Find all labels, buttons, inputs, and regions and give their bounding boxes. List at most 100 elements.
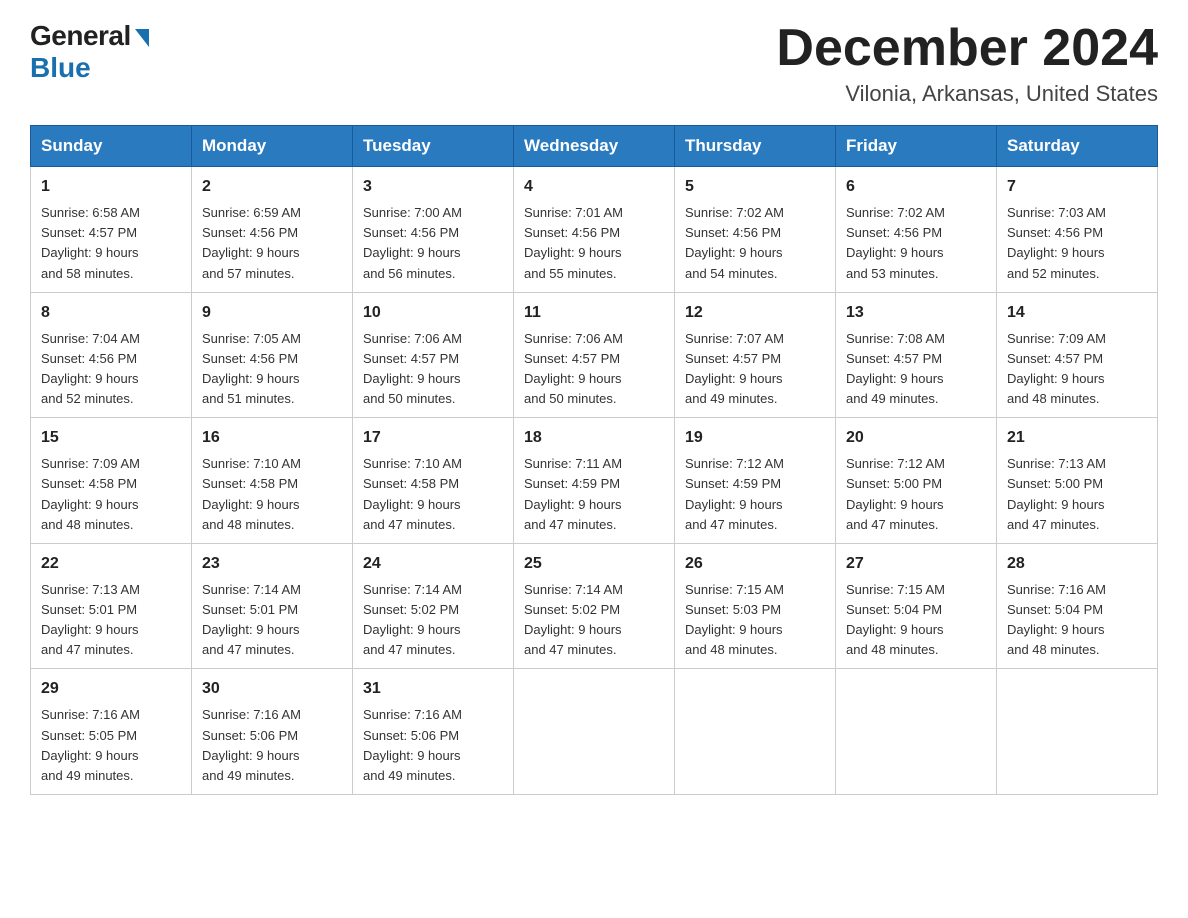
day-number: 30 bbox=[202, 677, 342, 701]
calendar-cell: 20 Sunrise: 7:12 AMSunset: 5:00 PMDayligh… bbox=[836, 418, 997, 544]
calendar-day-header: Monday bbox=[192, 126, 353, 167]
day-number: 1 bbox=[41, 175, 181, 199]
day-number: 16 bbox=[202, 426, 342, 450]
day-info: Sunrise: 7:15 AMSunset: 5:04 PMDaylight:… bbox=[846, 580, 986, 661]
calendar-cell: 8 Sunrise: 7:04 AMSunset: 4:56 PMDaylight… bbox=[31, 292, 192, 418]
day-info: Sunrise: 7:01 AMSunset: 4:56 PMDaylight:… bbox=[524, 203, 664, 284]
logo: General Blue bbox=[30, 20, 149, 84]
calendar-cell: 22Sunrise: 7:13 AMSunset: 5:01 PMDayligh… bbox=[31, 543, 192, 669]
day-number: 19 bbox=[685, 426, 825, 450]
day-info: Sunrise: 7:16 AMSunset: 5:05 PMDaylight:… bbox=[41, 705, 181, 786]
day-number: 7 bbox=[1007, 175, 1147, 199]
calendar-cell: 19 Sunrise: 7:12 AMSunset: 4:59 PMDayligh… bbox=[675, 418, 836, 544]
day-number: 5 bbox=[685, 175, 825, 199]
day-number: 15 bbox=[41, 426, 181, 450]
day-info: Sunrise: 7:06 AMSunset: 4:57 PMDaylight:… bbox=[524, 329, 664, 410]
day-info: Sunrise: 6:59 AMSunset: 4:56 PMDaylight:… bbox=[202, 203, 342, 284]
day-info: Sunrise: 7:14 AMSunset: 5:02 PMDaylight:… bbox=[363, 580, 503, 661]
day-info: Sunrise: 7:12 AMSunset: 5:00 PMDaylight:… bbox=[846, 454, 986, 535]
day-number: 17 bbox=[363, 426, 503, 450]
day-number: 2 bbox=[202, 175, 342, 199]
calendar-day-header: Saturday bbox=[997, 126, 1158, 167]
day-number: 9 bbox=[202, 301, 342, 325]
day-number: 24 bbox=[363, 552, 503, 576]
calendar-cell bbox=[514, 669, 675, 795]
day-info: Sunrise: 7:13 AMSunset: 5:00 PMDaylight:… bbox=[1007, 454, 1147, 535]
day-info: Sunrise: 7:02 AMSunset: 4:56 PMDaylight:… bbox=[685, 203, 825, 284]
calendar-cell bbox=[997, 669, 1158, 795]
calendar-week-row: 8 Sunrise: 7:04 AMSunset: 4:56 PMDaylight… bbox=[31, 292, 1158, 418]
calendar-cell: 27 Sunrise: 7:15 AMSunset: 5:04 PMDayligh… bbox=[836, 543, 997, 669]
day-info: Sunrise: 7:09 AMSunset: 4:57 PMDaylight:… bbox=[1007, 329, 1147, 410]
day-info: Sunrise: 6:58 AMSunset: 4:57 PMDaylight:… bbox=[41, 203, 181, 284]
calendar-cell: 13 Sunrise: 7:08 AMSunset: 4:57 PMDayligh… bbox=[836, 292, 997, 418]
title-block: December 2024 Vilonia, Arkansas, United … bbox=[776, 20, 1158, 107]
day-number: 6 bbox=[846, 175, 986, 199]
day-number: 25 bbox=[524, 552, 664, 576]
calendar-cell: 30 Sunrise: 7:16 AMSunset: 5:06 PMDayligh… bbox=[192, 669, 353, 795]
day-number: 13 bbox=[846, 301, 986, 325]
calendar-week-row: 15 Sunrise: 7:09 AMSunset: 4:58 PMDayligh… bbox=[31, 418, 1158, 544]
calendar-cell: 25Sunrise: 7:14 AMSunset: 5:02 PMDayligh… bbox=[514, 543, 675, 669]
calendar-day-header: Sunday bbox=[31, 126, 192, 167]
day-number: 11 bbox=[524, 301, 664, 325]
day-number: 21 bbox=[1007, 426, 1147, 450]
calendar-cell: 18 Sunrise: 7:11 AMSunset: 4:59 PMDayligh… bbox=[514, 418, 675, 544]
day-info: Sunrise: 7:13 AMSunset: 5:01 PMDaylight:… bbox=[41, 580, 181, 661]
day-number: 28 bbox=[1007, 552, 1147, 576]
day-number: 12 bbox=[685, 301, 825, 325]
calendar-day-header: Tuesday bbox=[353, 126, 514, 167]
day-number: 18 bbox=[524, 426, 664, 450]
day-number: 23 bbox=[202, 552, 342, 576]
calendar-cell: 26 Sunrise: 7:15 AMSunset: 5:03 PMDayligh… bbox=[675, 543, 836, 669]
calendar-cell: 5 Sunrise: 7:02 AMSunset: 4:56 PMDaylight… bbox=[675, 167, 836, 293]
calendar-header-row: SundayMondayTuesdayWednesdayThursdayFrid… bbox=[31, 126, 1158, 167]
calendar-cell: 29 Sunrise: 7:16 AMSunset: 5:05 PMDayligh… bbox=[31, 669, 192, 795]
calendar-cell: 7 Sunrise: 7:03 AMSunset: 4:56 PMDaylight… bbox=[997, 167, 1158, 293]
calendar-cell: 31 Sunrise: 7:16 AMSunset: 5:06 PMDayligh… bbox=[353, 669, 514, 795]
calendar-cell: 9 Sunrise: 7:05 AMSunset: 4:56 PMDaylight… bbox=[192, 292, 353, 418]
calendar-cell: 6Sunrise: 7:02 AMSunset: 4:56 PMDaylight… bbox=[836, 167, 997, 293]
logo-blue-text: Blue bbox=[30, 52, 91, 84]
day-number: 31 bbox=[363, 677, 503, 701]
day-number: 10 bbox=[363, 301, 503, 325]
day-info: Sunrise: 7:09 AMSunset: 4:58 PMDaylight:… bbox=[41, 454, 181, 535]
day-info: Sunrise: 7:11 AMSunset: 4:59 PMDaylight:… bbox=[524, 454, 664, 535]
calendar-cell: 15 Sunrise: 7:09 AMSunset: 4:58 PMDayligh… bbox=[31, 418, 192, 544]
day-info: Sunrise: 7:07 AMSunset: 4:57 PMDaylight:… bbox=[685, 329, 825, 410]
day-info: Sunrise: 7:03 AMSunset: 4:56 PMDaylight:… bbox=[1007, 203, 1147, 284]
logo-arrow-icon bbox=[135, 29, 149, 47]
day-number: 29 bbox=[41, 677, 181, 701]
calendar-week-row: 29 Sunrise: 7:16 AMSunset: 5:05 PMDayligh… bbox=[31, 669, 1158, 795]
day-number: 26 bbox=[685, 552, 825, 576]
day-info: Sunrise: 7:04 AMSunset: 4:56 PMDaylight:… bbox=[41, 329, 181, 410]
page-title: December 2024 bbox=[776, 20, 1158, 77]
day-number: 3 bbox=[363, 175, 503, 199]
day-number: 27 bbox=[846, 552, 986, 576]
day-info: Sunrise: 7:12 AMSunset: 4:59 PMDaylight:… bbox=[685, 454, 825, 535]
calendar-cell: 2 Sunrise: 6:59 AMSunset: 4:56 PMDaylight… bbox=[192, 167, 353, 293]
calendar-cell: 23 Sunrise: 7:14 AMSunset: 5:01 PMDayligh… bbox=[192, 543, 353, 669]
day-info: Sunrise: 7:15 AMSunset: 5:03 PMDaylight:… bbox=[685, 580, 825, 661]
calendar-cell: 17 Sunrise: 7:10 AMSunset: 4:58 PMDayligh… bbox=[353, 418, 514, 544]
day-info: Sunrise: 7:16 AMSunset: 5:06 PMDaylight:… bbox=[202, 705, 342, 786]
calendar-cell: 1 Sunrise: 6:58 AMSunset: 4:57 PMDaylight… bbox=[31, 167, 192, 293]
day-info: Sunrise: 7:14 AMSunset: 5:01 PMDaylight:… bbox=[202, 580, 342, 661]
calendar-cell: 11 Sunrise: 7:06 AMSunset: 4:57 PMDayligh… bbox=[514, 292, 675, 418]
calendar-cell: 16Sunrise: 7:10 AMSunset: 4:58 PMDayligh… bbox=[192, 418, 353, 544]
day-number: 8 bbox=[41, 301, 181, 325]
calendar-week-row: 22Sunrise: 7:13 AMSunset: 5:01 PMDayligh… bbox=[31, 543, 1158, 669]
calendar-day-header: Friday bbox=[836, 126, 997, 167]
calendar-cell bbox=[836, 669, 997, 795]
day-number: 20 bbox=[846, 426, 986, 450]
calendar-cell: 21 Sunrise: 7:13 AMSunset: 5:00 PMDayligh… bbox=[997, 418, 1158, 544]
calendar-cell bbox=[675, 669, 836, 795]
day-info: Sunrise: 7:08 AMSunset: 4:57 PMDaylight:… bbox=[846, 329, 986, 410]
day-info: Sunrise: 7:10 AMSunset: 4:58 PMDaylight:… bbox=[363, 454, 503, 535]
day-info: Sunrise: 7:16 AMSunset: 5:06 PMDaylight:… bbox=[363, 705, 503, 786]
day-info: Sunrise: 7:05 AMSunset: 4:56 PMDaylight:… bbox=[202, 329, 342, 410]
day-number: 4 bbox=[524, 175, 664, 199]
calendar-week-row: 1 Sunrise: 6:58 AMSunset: 4:57 PMDaylight… bbox=[31, 167, 1158, 293]
calendar-cell: 28Sunrise: 7:16 AMSunset: 5:04 PMDayligh… bbox=[997, 543, 1158, 669]
calendar-day-header: Thursday bbox=[675, 126, 836, 167]
